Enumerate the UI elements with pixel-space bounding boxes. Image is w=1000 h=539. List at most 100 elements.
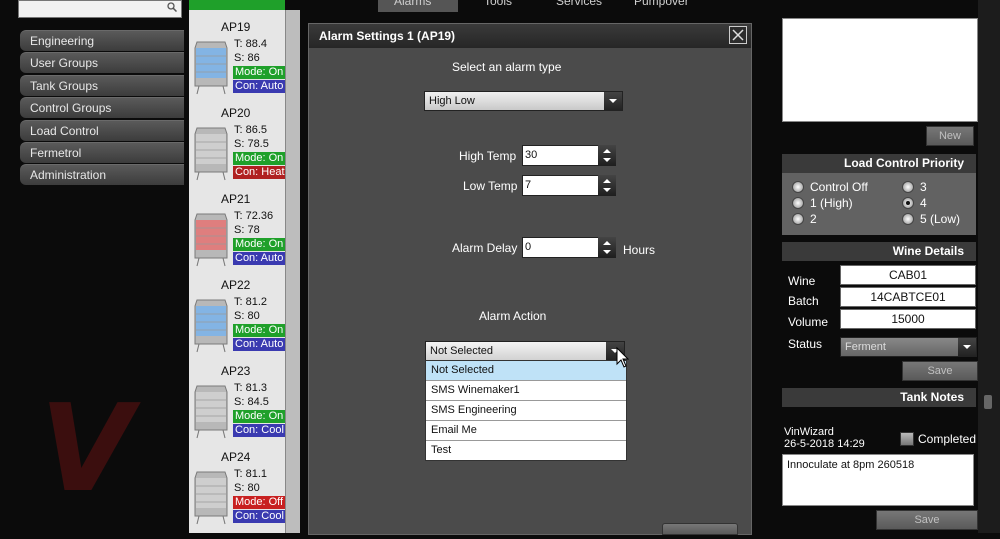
status-label: Status (788, 337, 823, 351)
mouse-cursor-icon (616, 347, 630, 368)
status-bar (189, 0, 285, 10)
notes-textarea[interactable]: Innoculate at 8pm 260518 (782, 454, 974, 506)
radio-dot (906, 201, 910, 205)
low-temp-label: Low Temp (463, 179, 518, 193)
tank-tile[interactable]: AP24 T: 81.1 S: 80 Mode: Off Con: Cool (189, 450, 285, 534)
chevron-down-icon (604, 92, 622, 110)
option-test[interactable]: Test (426, 441, 626, 460)
radio-control-off[interactable] (792, 181, 804, 193)
wine-details-header: Wine Details (782, 242, 976, 261)
alarm-type-value: High Low (429, 95, 475, 107)
tab-services[interactable]: Services (556, 0, 602, 12)
sidebar-item-engineering[interactable]: Engineering (20, 30, 184, 51)
radio-priority-1[interactable] (792, 197, 804, 209)
low-temp-stepper[interactable] (598, 175, 616, 196)
alarm-delay-stepper[interactable] (598, 237, 616, 258)
tank-setpoint: S: 78.5 (234, 138, 269, 150)
tank-name: AP22 (221, 278, 251, 292)
option-sms-winemaker1[interactable]: SMS Winemaker1 (426, 381, 626, 401)
radio-priority-4[interactable] (902, 197, 914, 209)
tank-mode-badge: Mode: On (233, 152, 285, 165)
option-not-selected[interactable]: Not Selected (426, 361, 626, 381)
status-select[interactable]: Ferment (840, 337, 977, 357)
priority-label-3: 3 (920, 180, 927, 194)
high-temp-input[interactable]: 30 (522, 145, 616, 166)
search-input[interactable] (18, 0, 182, 18)
sidebar-item-administration[interactable]: Administration (20, 164, 184, 186)
high-temp-stepper[interactable] (598, 145, 616, 166)
tank-vessel-icon (194, 385, 228, 439)
high-temp-label: High Temp (459, 149, 517, 163)
tank-name: AP21 (221, 192, 251, 206)
tank-mode-badge: Mode: On (233, 66, 285, 79)
alarm-action-options: Not Selected SMS Winemaker1 SMS Engineer… (425, 360, 627, 461)
hours-label: Hours (623, 243, 656, 257)
dialog-ok-button[interactable] (662, 523, 738, 535)
alarm-type-select[interactable]: High Low (424, 91, 623, 111)
priority-label-control-off: Control Off (810, 180, 868, 194)
high-temp-value: 30 (525, 149, 538, 161)
volume-field[interactable]: 15000 (840, 309, 976, 329)
sidebar-item-fermetrol[interactable]: Fermetrol (20, 141, 184, 163)
tank-temperature: T: 81.1 (234, 468, 268, 480)
sidebar-item-control-groups[interactable]: Control Groups (20, 97, 184, 119)
notes-datetime: 26-5-2018 14:29 (784, 438, 865, 450)
sidebar-item-user-groups[interactable]: User Groups (20, 52, 184, 74)
dialog-header: Alarm Settings 1 (AP19) (309, 24, 751, 48)
tank-control-badge: Con: Cool (233, 510, 285, 523)
low-temp-input[interactable]: 7 (522, 175, 616, 196)
radio-priority-3[interactable] (902, 181, 914, 193)
alarm-delay-label: Alarm Delay (452, 241, 518, 255)
completed-checkbox[interactable] (900, 432, 914, 446)
tank-list-scrollbar[interactable] (285, 10, 300, 533)
tank-setpoint: S: 80 (234, 482, 260, 494)
close-icon (732, 29, 744, 41)
option-sms-engineering[interactable]: SMS Engineering (426, 401, 626, 421)
tank-vessel-icon (194, 299, 228, 353)
tab-pumpover[interactable]: Pumpover (634, 0, 689, 12)
priority-label-5: 5 (Low) (920, 212, 961, 226)
tank-tile[interactable]: AP22 T: 81.2 S: 80 Mode: On Con: Auto (189, 278, 285, 362)
tank-tile[interactable]: AP21 T: 72.36 S: 78 Mode: On Con: Auto (189, 192, 285, 276)
scrollbar-thumb[interactable] (984, 395, 992, 409)
tank-tile[interactable]: AP23 T: 81.3 S: 84.5 Mode: On Con: Cool (189, 364, 285, 448)
close-button[interactable] (729, 26, 747, 44)
tank-control-badge: Con: Heat (233, 166, 285, 179)
wine-field[interactable]: CAB01 (840, 265, 976, 285)
tank-temperature: T: 86.5 (234, 124, 268, 136)
radio-priority-5[interactable] (902, 213, 914, 225)
right-panel-scrollbar[interactable] (978, 0, 1000, 533)
option-email-me[interactable]: Email Me (426, 421, 626, 441)
sidebar-item-load-control[interactable]: Load Control (20, 119, 184, 141)
tank-image-box (782, 18, 978, 122)
tab-alarms[interactable]: Alarms (378, 0, 458, 12)
save-button[interactable]: Save (902, 361, 978, 381)
tank-mode-badge: Mode: On (233, 324, 285, 337)
alarm-action-select[interactable]: Not Selected (425, 341, 625, 361)
tank-name: AP19 (221, 20, 251, 34)
tank-setpoint: S: 86 (234, 52, 260, 64)
tank-control-badge: Con: Cool (233, 424, 285, 437)
batch-label: Batch (788, 294, 819, 308)
tank-temperature: T: 81.3 (234, 382, 268, 394)
tank-control-badge: Con: Auto (233, 338, 285, 351)
tank-tile[interactable]: AP20 T: 86.5 S: 78.5 Mode: On Con: Heat (189, 106, 285, 190)
sidebar-item-tank-groups[interactable]: Tank Groups (20, 74, 184, 96)
new-button[interactable]: New (926, 126, 974, 146)
radio-priority-2[interactable] (792, 213, 804, 225)
tank-vessel-icon (194, 213, 228, 267)
tank-mode-badge: Mode: On (233, 238, 285, 251)
priority-label-1: 1 (High) (810, 196, 853, 210)
save-notes-button[interactable]: Save (876, 510, 978, 530)
tank-vessel-icon (194, 471, 228, 525)
tank-notes-header: Tank Notes (782, 388, 976, 407)
tank-name: AP20 (221, 106, 251, 120)
alarm-delay-input[interactable]: 0 (522, 237, 616, 258)
batch-field[interactable]: 14CABTCE01 (840, 287, 976, 307)
wine-label: Wine (788, 274, 816, 288)
priority-label-2: 2 (810, 212, 817, 226)
tank-setpoint: S: 78 (234, 224, 260, 236)
tank-tile[interactable]: AP19 T: 88.4 S: 86 Mode: On Con: Auto (189, 20, 285, 104)
sidebar-nav: Engineering User Groups Tank Groups Cont… (20, 30, 184, 187)
tab-tools[interactable]: Tools (484, 0, 512, 12)
